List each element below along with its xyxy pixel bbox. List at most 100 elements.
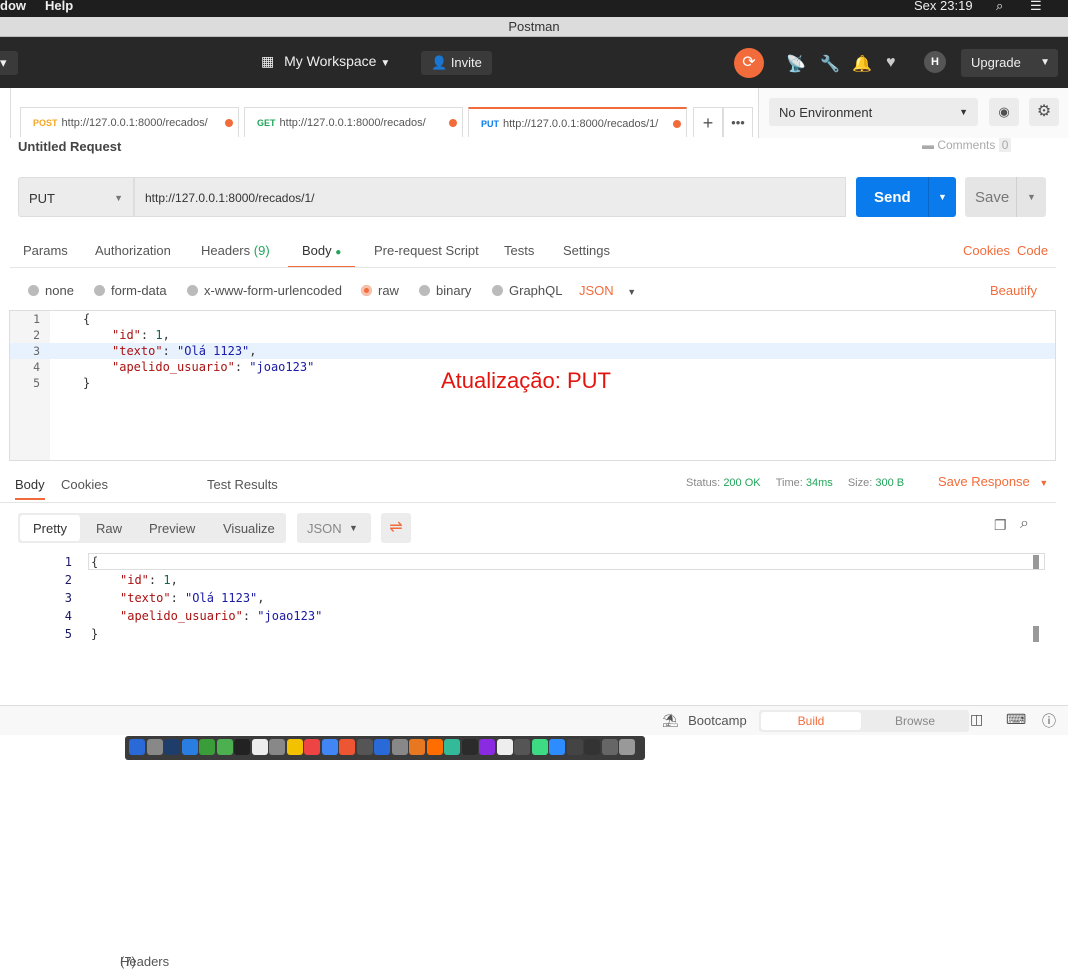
response-view-switcher: Pretty Raw Preview Visualize (18, 513, 286, 543)
radio-graphql[interactable]: GraphQL (492, 283, 562, 298)
view-raw[interactable]: Raw (96, 521, 122, 536)
menu-help[interactable]: Help (45, 0, 73, 13)
search-icon[interactable]: ⌕ (1020, 515, 1029, 533)
dock-app-icon[interactable] (199, 739, 215, 755)
tab-authorization[interactable]: Authorization (95, 243, 171, 258)
upgrade-button[interactable]: Upgrade ▼ (961, 49, 1058, 77)
request-tab-post[interactable]: POST http://127.0.0.1:8000/recados/ (20, 107, 239, 137)
code-link[interactable]: Code (1017, 243, 1048, 258)
bootcamp-button[interactable]: ⛱ Bootcamp (662, 713, 747, 729)
dock-app-icon[interactable] (304, 739, 320, 755)
dock-app-icon[interactable] (444, 739, 460, 755)
dock-app-icon[interactable] (321, 739, 338, 755)
browse-mode[interactable]: Browse (865, 712, 965, 730)
view-preview[interactable]: Preview (149, 521, 195, 536)
response-tab-test-results[interactable]: Test Results (207, 477, 278, 492)
dock-app-icon[interactable] (146, 739, 163, 755)
dock-app-icon[interactable] (409, 739, 425, 755)
settings-gear-icon[interactable]: ⚙ (1029, 98, 1059, 126)
dock-app-icon[interactable] (251, 739, 268, 755)
keyboard-icon[interactable]: ⌨ (1006, 711, 1026, 728)
dock-app-icon[interactable] (479, 739, 495, 755)
dock-app-icon[interactable] (514, 739, 530, 755)
dock-app-icon[interactable] (619, 739, 635, 755)
tab-headers[interactable]: Headers (9) (201, 243, 270, 258)
build-mode[interactable]: Build (761, 712, 861, 730)
url-input[interactable]: http://127.0.0.1:8000/recados/1/ (134, 177, 846, 217)
radio-raw[interactable]: raw (361, 283, 399, 298)
request-tab-put-active[interactable]: PUT http://127.0.0.1:8000/recados/1/ (468, 107, 687, 137)
menu-window[interactable]: dow (0, 0, 26, 13)
new-button-dropdown[interactable]: ▾ (0, 51, 18, 75)
dock-app-icon[interactable] (269, 739, 285, 755)
wrench-icon[interactable]: 🔧 (820, 54, 840, 74)
heart-icon[interactable]: ♥ (886, 54, 896, 72)
dock-app-icon[interactable] (461, 739, 478, 755)
spotlight-icon[interactable]: ⌕ (996, 0, 1003, 14)
new-tab-button[interactable]: + (693, 107, 723, 137)
view-visualize[interactable]: Visualize (223, 521, 275, 536)
method-select[interactable]: PUT ▼ (18, 177, 134, 217)
dock-app-icon[interactable] (339, 739, 355, 755)
help-icon[interactable]: ⓘ (1042, 711, 1056, 731)
dock-app-icon[interactable] (566, 739, 583, 755)
cookies-link[interactable]: Cookies (963, 243, 1010, 258)
copy-icon[interactable]: ❐ (994, 517, 1007, 534)
more-tabs-button[interactable]: ••• (723, 107, 753, 137)
avatar[interactable]: H (924, 51, 946, 73)
sync-icon[interactable]: ⟳ (734, 48, 764, 78)
dock-app-icon[interactable] (496, 739, 513, 755)
tab-pre-request-script[interactable]: Pre-request Script (374, 243, 479, 258)
invite-button[interactable]: 👤 Invite (421, 51, 492, 75)
satellite-icon[interactable]: 📡 (786, 54, 806, 74)
request-tab-get[interactable]: GET http://127.0.0.1:8000/recados/ (244, 107, 463, 137)
save-button[interactable]: Save ▼ (965, 177, 1046, 217)
radio-urlencoded[interactable]: x-www-form-urlencoded (187, 283, 342, 298)
dock-app-icon[interactable] (164, 739, 180, 755)
tab-body[interactable]: Body ● (288, 243, 356, 268)
tab-settings[interactable]: Settings (563, 243, 610, 258)
response-tab-cookies[interactable]: Cookies (61, 477, 108, 492)
send-dropdown[interactable]: ▼ (928, 177, 956, 217)
radio-binary[interactable]: binary (419, 283, 471, 298)
app-header: ▾ ▦ My Workspace ▼ 👤 Invite ⟳ 📡 🔧 🔔 ♥ H … (0, 37, 1068, 88)
scrollbar[interactable] (1033, 626, 1039, 642)
tab-params[interactable]: Params (23, 243, 68, 258)
dock-app-icon[interactable] (356, 739, 373, 755)
dock-app-icon[interactable] (601, 739, 618, 755)
radio-form-data[interactable]: form-data (94, 283, 167, 298)
dock-app-icon[interactable] (391, 739, 408, 755)
save-dropdown[interactable]: ▼ (1016, 177, 1046, 217)
active-line (88, 553, 1045, 570)
wrap-lines-icon[interactable]: ⇌ (381, 513, 411, 543)
request-body-editor[interactable]: 1 2 3 4 5 { "id": 1, "texto": "Olá 1123"… (9, 310, 1056, 461)
send-button[interactable]: Send ▼ (856, 177, 956, 217)
workspace-switcher[interactable]: ▦ My Workspace ▼ (261, 53, 390, 70)
environment-select[interactable]: No Environment ▼ (769, 98, 978, 126)
bell-icon[interactable]: 🔔 (852, 54, 872, 74)
radio-none[interactable]: none (28, 283, 74, 298)
dock-app-icon[interactable] (234, 739, 250, 755)
dock-app-icon[interactable] (216, 739, 233, 755)
eye-icon[interactable]: ◉ (989, 98, 1019, 126)
notification-center-icon[interactable]: ☰ (1030, 0, 1042, 14)
dock-app-icon[interactable] (531, 739, 548, 755)
two-pane-icon[interactable]: ◫ (970, 711, 983, 728)
dock-app-icon[interactable] (549, 739, 565, 755)
dock-app-icon[interactable] (129, 739, 145, 755)
beautify-link[interactable]: Beautify (990, 283, 1037, 298)
view-pretty[interactable]: Pretty (33, 521, 67, 536)
scrollbar[interactable] (1033, 555, 1039, 569)
response-tab-body[interactable]: Body (15, 477, 45, 500)
dock-app-icon[interactable] (286, 739, 303, 755)
format-select[interactable]: JSON ▼ (579, 283, 636, 298)
dock-app-icon[interactable] (374, 739, 390, 755)
response-format-select[interactable]: JSON ▼ (297, 513, 371, 543)
comments-button[interactable]: ▬ Comments 0 (922, 138, 1012, 152)
dock-app-icon[interactable] (426, 739, 443, 755)
dock-app-icon[interactable] (181, 739, 198, 755)
dock-app-icon[interactable] (584, 739, 600, 755)
save-response-button[interactable]: Save Response ▼ (938, 474, 1048, 489)
tab-tests[interactable]: Tests (504, 243, 534, 258)
request-name[interactable]: Untitled Request (18, 139, 121, 154)
